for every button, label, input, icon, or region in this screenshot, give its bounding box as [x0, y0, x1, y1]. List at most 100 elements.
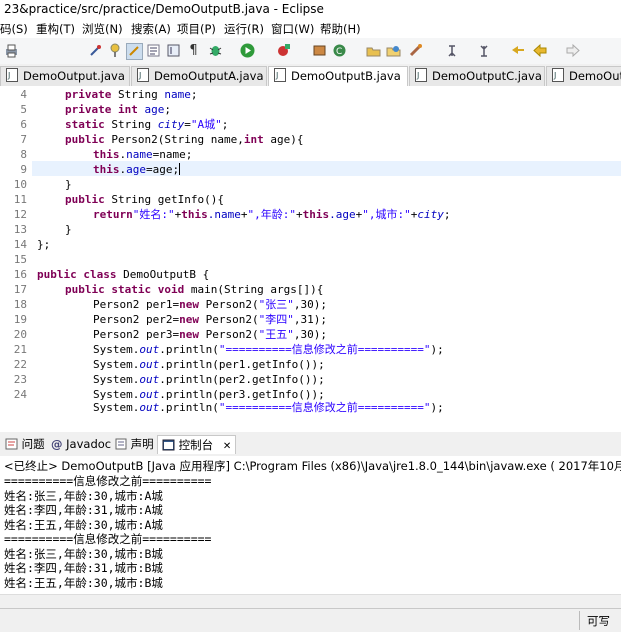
code-line: public String getInfo(){ [65, 193, 224, 206]
console-line: 姓名:王五,年龄:30,城市:B城 [4, 575, 163, 590]
svg-text:C: C [336, 47, 342, 57]
close-icon[interactable]: ✕ [407, 72, 408, 83]
java-file-icon [274, 67, 286, 85]
annotation-prev-icon[interactable] [478, 43, 493, 58]
window-title-bar: 23&practice/src/practice/DemoOutputB.jav… [0, 0, 621, 18]
code-line: }; [37, 238, 51, 251]
code-editor[interactable]: 4 5 6 7 8 9 10 11 12 13 14 15 16 17 18 1… [0, 86, 621, 414]
forward-icon[interactable] [566, 43, 581, 58]
menu-search[interactable]: 搜索(A) [131, 21, 171, 37]
line-number: 23 [13, 373, 27, 386]
java-file-icon [552, 67, 564, 85]
line-number: 11 [13, 193, 27, 206]
code-line: private int age; [65, 103, 171, 116]
code-line: System.out.println("==========信息修改之前====… [93, 343, 444, 356]
menu-run[interactable]: 运行(R) [224, 21, 264, 37]
tab-demooutputb[interactable]: DemoOutputB.java✕ [268, 66, 408, 87]
line-number: 22 [13, 358, 27, 371]
console-line: 姓名:李四,年龄:31,城市:B城 [4, 561, 163, 575]
code-line: System.out.println(per1.getInfo()); [93, 358, 325, 371]
coverage-icon[interactable] [276, 43, 291, 58]
code-line: Person2 per2=new Person2("李四",31); [93, 313, 327, 326]
tab-demooutputa[interactable]: DemoOutputA.java [131, 66, 267, 86]
console-process-header: <已终止> DemoOutputB [Java 应用程序] C:\Program… [0, 456, 621, 474]
code-line: } [65, 223, 72, 236]
line-number: 13 [13, 223, 27, 236]
java-file-icon [137, 67, 149, 85]
status-bar: 可写 [0, 608, 621, 632]
console-line: 姓名:张三,年龄:30,城市:B城 [4, 546, 163, 561]
line-number: 19 [13, 313, 27, 326]
view-tab-bar: 问题 @ Javadoc 声明 控制台 ✕ [0, 432, 621, 457]
text-caret [179, 163, 181, 175]
menu-window[interactable]: 窗口(W) [271, 21, 314, 37]
console-icon [162, 436, 175, 454]
tab-demooutputc[interactable]: DemoOutputC.java [409, 66, 545, 86]
print-icon[interactable] [4, 43, 19, 58]
open-folder-icon[interactable] [386, 43, 401, 58]
menu-source[interactable]: 码(S) [0, 21, 28, 37]
console-line: ==========信息修改之前========== [4, 474, 212, 488]
link-icon[interactable] [88, 43, 103, 58]
line-number: 7 [20, 133, 27, 146]
declaration-icon [115, 435, 127, 453]
line-number: 16 [13, 268, 27, 281]
menu-navigate[interactable]: 浏览(N) [82, 21, 123, 37]
open-type-icon[interactable] [366, 43, 381, 58]
console-line: ==========信息修改之前========== [4, 532, 212, 546]
show-whitespace-icon[interactable] [146, 43, 161, 58]
line-number-ruler: 4 5 6 7 8 9 10 11 12 13 14 15 16 17 18 1… [0, 86, 32, 414]
line-number: 6 [20, 118, 27, 131]
paragraph-icon[interactable]: ¶ [186, 43, 201, 58]
line-number: 20 [13, 328, 27, 341]
console-output[interactable]: ==========信息修改之前========== 姓名:张三,年龄:30,城… [0, 474, 621, 594]
code-line: Person2 per3=new Person2("王五",30); [93, 328, 327, 341]
line-number: 15 [13, 253, 27, 266]
problems-icon [5, 435, 18, 453]
menu-refactor[interactable]: 重构(T) [36, 21, 75, 37]
tab-javadoc[interactable]: @ Javadoc [48, 435, 114, 453]
java-file-icon [6, 67, 18, 85]
line-number: 24 [13, 388, 27, 401]
line-number: 4 [20, 88, 27, 101]
line-number: 9 [20, 163, 27, 176]
panel-sash[interactable] [0, 414, 621, 433]
pin-icon[interactable] [108, 43, 123, 58]
editor-tab-bar: DemoOutput.java DemoOutputA.java DemoOut… [0, 64, 621, 87]
menu-help[interactable]: 帮助(H) [320, 21, 361, 37]
code-line: Person2 per1=new Person2("张三",30); [93, 298, 327, 311]
tab-demooutput[interactable]: DemoOutput.java [0, 66, 130, 86]
menu-bar: 码(S) 重构(T) 浏览(N) 搜索(A) 项目(P) 运行(R) 窗口(W)… [0, 18, 621, 38]
window-title: 23&practice/src/practice/DemoOutputB.jav… [4, 2, 324, 16]
console-line: 姓名:张三,年龄:30,城市:A城 [4, 488, 163, 503]
search-icon[interactable] [408, 43, 423, 58]
line-number: 8 [20, 148, 27, 161]
code-line: System.out.println("==========信息修改之前====… [93, 401, 444, 414]
code-line: System.out.println(per2.getInfo()); [93, 373, 325, 386]
mark-occurrences-icon[interactable] [126, 43, 143, 60]
new-class-icon[interactable] [312, 43, 327, 58]
debug-icon[interactable] [208, 43, 223, 58]
tab-demooutput-overflow[interactable]: DemoOutp [546, 66, 621, 86]
last-edit-icon[interactable] [510, 43, 525, 58]
console-line: 姓名:李四,年龄:31,城市:A城 [4, 503, 163, 517]
line-number: 17 [13, 283, 27, 296]
back-icon[interactable] [532, 43, 547, 58]
console-horizontal-scrollbar[interactable] [0, 594, 621, 609]
block-select-icon[interactable] [166, 43, 181, 58]
close-icon[interactable]: ✕ [223, 441, 231, 452]
annotation-next-icon[interactable] [446, 43, 461, 58]
code-line: this.age=age; [93, 163, 181, 176]
new-package-icon[interactable]: C [332, 43, 347, 58]
code-line: private String name; [65, 88, 198, 101]
run-icon[interactable] [240, 43, 255, 58]
line-number: 21 [13, 343, 27, 356]
status-separator [579, 611, 580, 630]
tab-problems[interactable]: 问题 [2, 435, 48, 453]
tab-declaration[interactable]: 声明 [112, 435, 157, 453]
code-line: public class DemoOutputB { [37, 268, 210, 281]
code-line: public Person2(String name,int age){ [65, 133, 304, 146]
tab-console[interactable]: 控制台 ✕ [157, 435, 237, 454]
menu-project[interactable]: 项目(P) [177, 21, 216, 37]
line-number: 14 [13, 238, 27, 251]
